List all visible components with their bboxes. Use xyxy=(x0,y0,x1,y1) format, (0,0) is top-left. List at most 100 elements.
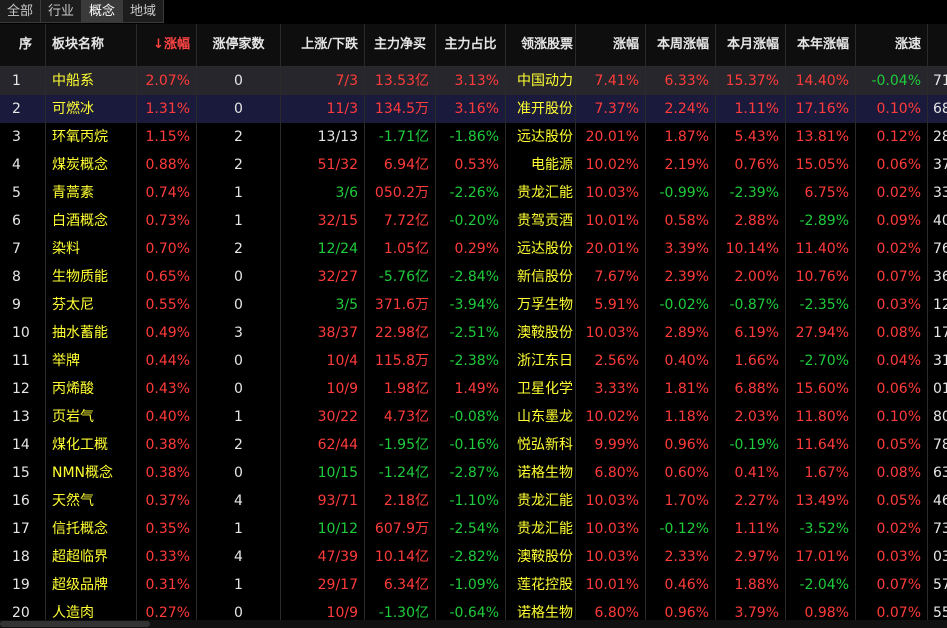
table-row[interactable]: 14 煤化工概 0.38% 2 62/44 -1.95亿 -0.16% 悦弘新科 9.99% 0.… xyxy=(0,431,947,459)
up-down-ratio: 10/4 xyxy=(281,347,365,375)
sector-name: 页岩气 xyxy=(46,403,137,431)
main-ratio: 1.49% xyxy=(436,375,506,403)
table-row[interactable]: 9 芬太尼 0.55% 0 3/5 371.6万 -3.94% 万孚生物 5.91% -0.02%… xyxy=(0,291,947,319)
sector-name: 白酒概念 xyxy=(46,207,137,235)
col-extra[interactable] xyxy=(928,24,947,66)
horizontal-scrollbar[interactable] xyxy=(0,620,947,628)
year-change: 10.76% xyxy=(786,263,856,291)
limit-up-count: 1 xyxy=(197,207,281,235)
week-change: 0.96% xyxy=(646,431,716,459)
table-row[interactable]: 1 中船系 2.07% 0 7/3 13.53亿 3.13% 中国动力 7.41% 6.33% 15… xyxy=(0,67,947,95)
concept-sector-table: 序 板块名称 ↓涨幅 涨停家数 上涨/下跌 主力净买 主力占比 领涨股票 涨幅 … xyxy=(0,24,947,627)
week-change: 0.58% xyxy=(646,207,716,235)
col-speed[interactable]: 涨速 xyxy=(856,24,928,66)
table-row[interactable]: 11 举牌 0.44% 0 10/4 115.8万 -2.38% 浙江东日 2.56% 0.40%… xyxy=(0,347,947,375)
table-row[interactable]: 17 信托概念 0.35% 1 10/12 607.9万 -2.54% 贵龙汇能 10.03% -… xyxy=(0,515,947,543)
col-week-change[interactable]: 本周涨幅 xyxy=(646,24,716,66)
change-pct: 0.35% xyxy=(137,515,197,543)
up-down-ratio: 3/6 xyxy=(281,179,365,207)
col-main-net-buy[interactable]: 主力净买 xyxy=(365,24,436,66)
year-change: 13.81% xyxy=(786,123,856,151)
leading-stock: 莲花控股 xyxy=(506,571,576,599)
main-ratio: -3.94% xyxy=(436,291,506,319)
leader-change: 3.33% xyxy=(576,375,646,403)
row-index: 5 xyxy=(0,179,46,207)
sector-name: 芬太尼 xyxy=(46,291,137,319)
speed: -0.04% xyxy=(856,67,928,95)
year-change: 11.80% xyxy=(786,403,856,431)
scrollbar-thumb[interactable] xyxy=(0,621,150,627)
leader-change: 20.01% xyxy=(576,123,646,151)
speed: 0.02% xyxy=(856,179,928,207)
week-change: 2.19% xyxy=(646,151,716,179)
main-net-buy: 7.72亿 xyxy=(365,207,436,235)
main-net-buy: 050.2万 xyxy=(365,179,436,207)
col-main-ratio[interactable]: 主力占比 xyxy=(436,24,506,66)
main-net-buy: 22.98亿 xyxy=(365,319,436,347)
col-up-down[interactable]: 上涨/下跌 xyxy=(281,24,365,66)
sector-name: 可燃冰 xyxy=(46,95,137,123)
tab-3[interactable]: 地域 xyxy=(123,0,165,23)
month-change: 15.37% xyxy=(716,67,786,95)
main-ratio: -0.16% xyxy=(436,431,506,459)
row-index: 10 xyxy=(0,319,46,347)
table-row[interactable]: 10 抽水蓄能 0.49% 3 38/37 22.98亿 -2.51% 澳鞍股份 10.03% 2… xyxy=(0,319,947,347)
table-row[interactable]: 15 NMN概念 0.38% 0 10/15 -1.24亿 -2.87% 诺格生物 6.80% 0… xyxy=(0,459,947,487)
table-row[interactable]: 18 超超临界 0.33% 4 47/39 10.14亿 -2.82% 澳鞍股份 10.03% 2… xyxy=(0,543,947,571)
table-row[interactable]: 19 超级品牌 0.31% 1 29/17 6.34亿 -1.09% 莲花控股 10.01% 0.… xyxy=(0,571,947,599)
speed: 0.09% xyxy=(856,207,928,235)
table-row[interactable]: 7 染料 0.70% 2 12/24 1.05亿 0.29% 远达股份 20.01% 3.39% 1… xyxy=(0,235,947,263)
year-change: -2.70% xyxy=(786,347,856,375)
speed: 0.05% xyxy=(856,431,928,459)
limit-up-count: 0 xyxy=(197,375,281,403)
table-row[interactable]: 5 青蒿素 0.74% 1 3/6 050.2万 -2.26% 贵龙汇能 10.03% -0.99… xyxy=(0,179,947,207)
tab-1[interactable]: 行业 xyxy=(41,0,83,23)
tab-2[interactable]: 概念 xyxy=(82,0,124,23)
sector-name: 超级品牌 xyxy=(46,571,137,599)
month-change: 1.66% xyxy=(716,347,786,375)
sector-name: 煤炭概念 xyxy=(46,151,137,179)
main-net-buy: 2.18亿 xyxy=(365,487,436,515)
change-pct: 0.43% xyxy=(137,375,197,403)
col-change[interactable]: ↓涨幅 xyxy=(137,24,197,66)
up-down-ratio: 32/27 xyxy=(281,263,365,291)
up-down-ratio: 7/3 xyxy=(281,67,365,95)
col-leading-stock[interactable]: 领涨股票 xyxy=(506,24,576,66)
sort-desc-icon: ↓ xyxy=(153,37,164,52)
month-change: -2.39% xyxy=(716,179,786,207)
table-row[interactable]: 4 煤炭概念 0.88% 2 51/32 6.94亿 0.53% 电能源 10.02% 2.19%… xyxy=(0,151,947,179)
table-row[interactable]: 3 环氧丙烷 1.15% 2 13/13 -1.71亿 -1.86% 远达股份 20.01% 1.… xyxy=(0,123,947,151)
up-down-ratio: 93/71 xyxy=(281,487,365,515)
change-pct: 0.88% xyxy=(137,151,197,179)
col-leader-change[interactable]: 涨幅 xyxy=(576,24,646,66)
col-sector-name[interactable]: 板块名称 xyxy=(46,24,137,66)
speed: 0.02% xyxy=(856,235,928,263)
sector-name: 生物质能 xyxy=(46,263,137,291)
col-index[interactable]: 序 xyxy=(0,24,46,66)
main-net-buy: 134.5万 xyxy=(365,95,436,123)
col-limit-up-count[interactable]: 涨停家数 xyxy=(197,24,281,66)
leading-stock: 卫星化学 xyxy=(506,375,576,403)
leader-change: 2.56% xyxy=(576,347,646,375)
col-year-change[interactable]: 本年涨幅 xyxy=(786,24,856,66)
tab-0[interactable]: 全部 xyxy=(0,0,42,23)
table-row[interactable]: 6 白酒概念 0.73% 1 32/15 7.72亿 -0.20% 贵驾贡酒 10.01% 0.5… xyxy=(0,207,947,235)
month-change: 6.19% xyxy=(716,319,786,347)
row-index: 3 xyxy=(0,123,46,151)
table-row[interactable]: 13 页岩气 0.40% 1 30/22 4.73亿 -0.08% 山东墨龙 10.02% 1.1… xyxy=(0,403,947,431)
leading-stock: 远达股份 xyxy=(506,235,576,263)
leader-change: 10.03% xyxy=(576,487,646,515)
table-row[interactable]: 16 天然气 0.37% 4 93/71 2.18亿 -1.10% 贵龙汇能 10.03% 1.7… xyxy=(0,487,947,515)
leading-stock: 新信股份 xyxy=(506,263,576,291)
month-change: -0.87% xyxy=(716,291,786,319)
limit-up-count: 2 xyxy=(197,431,281,459)
row-index: 9 xyxy=(0,291,46,319)
leading-stock: 电能源 xyxy=(506,151,576,179)
speed: 0.07% xyxy=(856,263,928,291)
change-pct: 0.44% xyxy=(137,347,197,375)
table-row[interactable]: 12 丙烯酸 0.43% 0 10/9 1.98亿 1.49% 卫星化学 3.33% 1.81% 6… xyxy=(0,375,947,403)
table-row[interactable]: 2 可燃冰 1.31% 0 11/3 134.5万 3.16% 准开股份 7.37% 2.24% 1… xyxy=(0,95,947,123)
col-month-change[interactable]: 本月涨幅 xyxy=(716,24,786,66)
table-row[interactable]: 8 生物质能 0.65% 0 32/27 -5.76亿 -2.84% 新信股份 7.67% 2.3… xyxy=(0,263,947,291)
leading-stock: 山东墨龙 xyxy=(506,403,576,431)
